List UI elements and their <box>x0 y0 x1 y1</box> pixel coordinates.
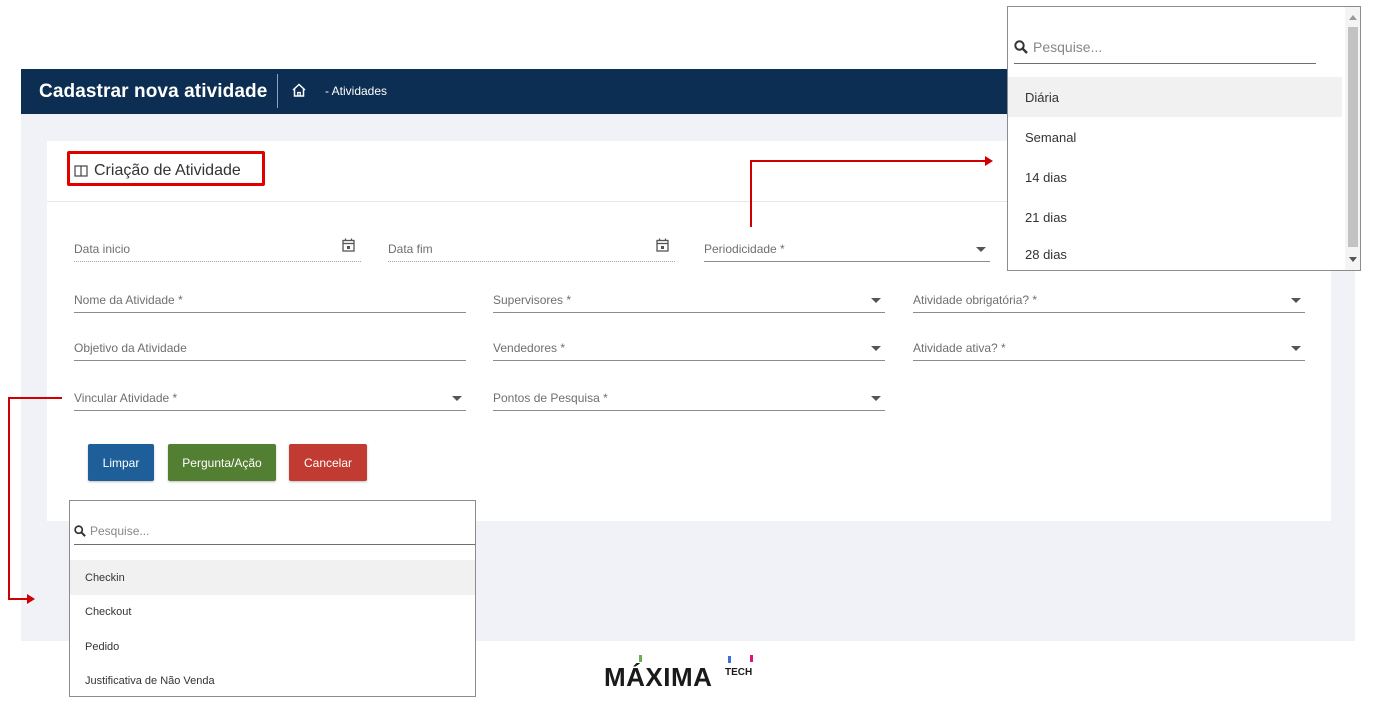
calendar-icon[interactable] <box>656 238 669 252</box>
vincular-search-placeholder: Pesquise... <box>90 524 150 538</box>
annotation-arrowhead-icon <box>985 156 993 166</box>
periodicidade-option-28-dias[interactable]: 28 dias <box>1008 236 1342 270</box>
header-divider <box>277 74 278 108</box>
search-icon <box>74 525 86 537</box>
nome-atividade-input[interactable]: Nome da Atividade * <box>74 289 466 313</box>
data-inicio-label: Data inicio <box>74 242 131 256</box>
cancelar-button[interactable]: Cancelar <box>289 444 367 481</box>
pontos-pesquisa-label: Pontos de Pesquisa * <box>493 391 608 405</box>
calendar-icon[interactable] <box>342 238 355 252</box>
breadcrumb[interactable]: - Atividades <box>325 84 387 98</box>
pergunta-acao-button[interactable]: Pergunta/Ação <box>168 444 276 481</box>
caret-down-icon <box>976 247 986 252</box>
annotation-arrow-line <box>750 160 752 227</box>
vincular-option-checkout[interactable]: Checkout <box>70 595 475 629</box>
data-fim-field[interactable]: Data fim <box>388 238 675 262</box>
atividade-obrigatoria-label: Atividade obrigatória? * <box>913 293 1038 307</box>
annotation-arrow-line <box>8 397 62 399</box>
caret-down-icon <box>871 298 881 303</box>
periodicidade-label: Periodicidade * <box>704 242 785 256</box>
annotation-highlight-box <box>67 151 265 186</box>
logo-accent-blue <box>728 656 731 663</box>
periodicidade-select[interactable]: Periodicidade * <box>704 238 990 262</box>
annotation-arrowhead-icon <box>27 594 35 604</box>
caret-down-icon <box>452 396 462 401</box>
data-inicio-field[interactable]: Data inicio <box>74 238 361 262</box>
periodicidade-dropdown: Pesquise... Diária Semanal 14 dias 21 di… <box>1007 6 1361 271</box>
logo-accent-pink <box>750 655 753 662</box>
atividade-ativa-label: Atividade ativa? * <box>913 341 1006 355</box>
caret-down-icon <box>1291 298 1301 303</box>
annotation-arrow-line <box>8 598 28 600</box>
periodicidade-option-14-dias[interactable]: 14 dias <box>1008 157 1342 197</box>
caret-down-icon <box>871 346 881 351</box>
vendedores-label: Vendedores * <box>493 341 566 355</box>
logo-name: MÁXIMA <box>604 662 713 692</box>
caret-down-icon <box>1291 346 1301 351</box>
pontos-pesquisa-select[interactable]: Pontos de Pesquisa * <box>493 387 885 411</box>
periodicidade-option-diaria[interactable]: Diária <box>1008 77 1342 117</box>
vincular-atividade-select[interactable]: Vincular Atividade * <box>74 387 466 411</box>
page-title: Cadastrar nova atividade <box>39 81 268 102</box>
annotation-arrow-line <box>8 397 10 600</box>
logo-accent-green <box>639 655 642 662</box>
data-fim-label: Data fim <box>388 242 433 256</box>
periodicidade-option-21-dias[interactable]: 21 dias <box>1008 197 1342 237</box>
periodicidade-option-semanal[interactable]: Semanal <box>1008 117 1342 157</box>
vincular-dropdown: Pesquise... Checkin Checkout Pedido Just… <box>69 500 476 697</box>
scroll-up-icon[interactable] <box>1349 15 1357 20</box>
periodicidade-search-field[interactable]: Pesquise... <box>1014 31 1316 64</box>
nome-atividade-label: Nome da Atividade * <box>74 293 183 307</box>
vincular-atividade-label: Vincular Atividade * <box>74 391 178 405</box>
logo-suffix: TECH <box>725 667 753 678</box>
periodicidade-search-placeholder: Pesquise... <box>1033 39 1103 55</box>
annotation-arrow-line <box>750 160 986 162</box>
periodicidade-scrollbar[interactable] <box>1345 7 1360 270</box>
vincular-option-pedido[interactable]: Pedido <box>70 629 475 664</box>
vincular-option-justificativa[interactable]: Justificativa de Não Venda <box>70 664 475 696</box>
supervisores-select[interactable]: Supervisores * <box>493 289 885 313</box>
vendedores-select[interactable]: Vendedores * <box>493 337 885 361</box>
search-icon <box>1014 40 1028 54</box>
objetivo-atividade-input[interactable]: Objetivo da Atividade <box>74 337 466 361</box>
supervisores-label: Supervisores * <box>493 293 572 307</box>
vincular-search-field[interactable]: Pesquise... <box>74 518 475 545</box>
atividade-ativa-select[interactable]: Atividade ativa? * <box>913 337 1305 361</box>
objetivo-atividade-label: Objetivo da Atividade <box>74 341 187 355</box>
scroll-down-icon[interactable] <box>1349 257 1357 262</box>
home-icon[interactable] <box>291 82 307 98</box>
atividade-obrigatoria-select[interactable]: Atividade obrigatória? * <box>913 289 1305 313</box>
limpar-button[interactable]: Limpar <box>88 444 154 481</box>
scrollbar-thumb[interactable] <box>1348 27 1358 247</box>
caret-down-icon <box>871 396 881 401</box>
vincular-option-checkin[interactable]: Checkin <box>70 560 475 595</box>
